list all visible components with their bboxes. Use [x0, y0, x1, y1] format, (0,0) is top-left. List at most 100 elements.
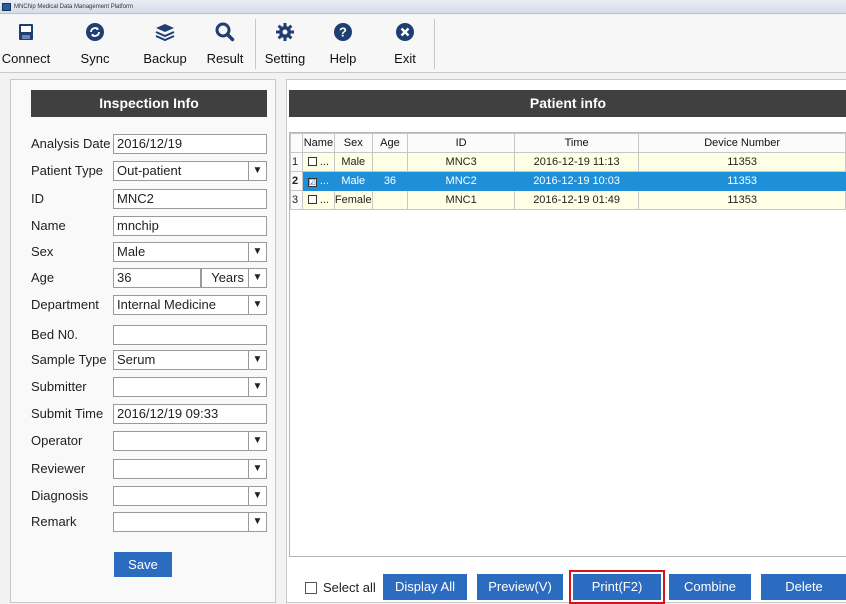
- row-checkbox[interactable]: [307, 157, 317, 166]
- table-header-row: Name Sex Age ID Time Device Number: [290, 133, 846, 153]
- patient-type-row: Patient Type Out-patient ▼: [31, 161, 277, 181]
- preview-button[interactable]: Preview(V): [477, 574, 563, 600]
- dropdown-arrow-icon[interactable]: ▼: [248, 487, 266, 505]
- age-cell: [371, 152, 409, 172]
- dropdown-arrow-icon[interactable]: ▼: [248, 460, 266, 478]
- display-all-button[interactable]: Display All: [383, 574, 467, 600]
- backup-button[interactable]: Backup: [138, 15, 192, 71]
- setting-button[interactable]: Setting: [258, 15, 312, 71]
- submit-time-label: Submit Time: [31, 406, 104, 421]
- table-row-selected[interactable]: 2 ☑ ... Male 36 MNC2 2016-12-19 10:03 11…: [290, 171, 846, 191]
- name-row: Name mnchip: [31, 216, 277, 236]
- diagnosis-select[interactable]: ▼: [113, 486, 267, 506]
- dropdown-arrow-icon[interactable]: ▼: [248, 269, 266, 287]
- row-checkbox[interactable]: [307, 195, 317, 204]
- result-button[interactable]: Result: [202, 15, 248, 71]
- delete-button[interactable]: Delete: [761, 574, 846, 600]
- device-cell: 11353: [638, 171, 846, 191]
- row-checkbox[interactable]: ☑: [307, 178, 317, 187]
- dropdown-arrow-icon[interactable]: ▼: [248, 296, 266, 314]
- age-cell: 36: [371, 171, 409, 191]
- sample-type-select[interactable]: Serum ▼: [113, 350, 267, 370]
- dropdown-arrow-icon[interactable]: ▼: [248, 351, 266, 369]
- layers-icon: [154, 21, 176, 43]
- age-field[interactable]: 36: [113, 268, 201, 288]
- dropdown-arrow-icon[interactable]: ▼: [248, 378, 266, 396]
- dropdown-arrow-icon[interactable]: ▼: [248, 513, 266, 531]
- window-titlebar: MNChip Medical Data Management Platform: [0, 0, 846, 14]
- age-unit-value: Years: [211, 270, 244, 285]
- column-header-id[interactable]: ID: [407, 133, 515, 153]
- select-all-label: Select all: [323, 580, 376, 595]
- close-icon: [394, 21, 416, 43]
- sync-button[interactable]: Sync: [74, 15, 116, 71]
- patient-type-label: Patient Type: [31, 163, 104, 178]
- print-highlight-frame: [569, 570, 665, 604]
- sample-type-row: Sample Type Serum ▼: [31, 350, 277, 370]
- sex-cell: Male: [333, 171, 373, 191]
- svg-text:?: ?: [339, 25, 347, 40]
- patient-info-panel: Patient info Name Sex Age ID Time Device…: [286, 79, 846, 604]
- dropdown-arrow-icon[interactable]: ▼: [248, 162, 266, 180]
- sex-cell: Female: [333, 190, 373, 210]
- remark-select[interactable]: ▼: [113, 512, 267, 532]
- help-button[interactable]: ? Help: [323, 15, 363, 71]
- table-row[interactable]: 1 ... Male MNC3 2016-12-19 11:13 11353: [290, 152, 846, 172]
- submitter-select[interactable]: ▼: [113, 377, 267, 397]
- save-disk-icon: [15, 21, 37, 43]
- department-label: Department: [31, 297, 99, 312]
- name-cell[interactable]: ...: [301, 152, 335, 172]
- combine-button[interactable]: Combine: [669, 574, 751, 600]
- sample-type-label: Sample Type: [31, 352, 107, 367]
- inspection-info-title: Inspection Info: [31, 90, 267, 117]
- help-icon: ?: [332, 21, 354, 43]
- submit-time-field[interactable]: 2016/12/19 09:33: [113, 404, 267, 424]
- column-header-name[interactable]: Name: [301, 133, 335, 153]
- submitter-row: Submitter ▼: [31, 377, 277, 397]
- time-cell: 2016-12-19 11:13: [513, 152, 640, 172]
- row-number-header: [290, 133, 303, 153]
- device-cell: 11353: [638, 190, 846, 210]
- table-row[interactable]: 3 ... Female MNC1 2016-12-19 01:49 11353: [290, 190, 846, 210]
- id-cell: MNC1: [407, 190, 515, 210]
- row-number: 3: [290, 190, 303, 210]
- dropdown-arrow-icon[interactable]: ▼: [248, 243, 266, 261]
- name-cell-text: ...: [319, 175, 330, 187]
- exit-button[interactable]: Exit: [388, 15, 422, 71]
- department-select[interactable]: Internal Medicine ▼: [113, 295, 267, 315]
- select-all-checkbox[interactable]: Select all: [305, 580, 376, 595]
- name-cell[interactable]: ...: [301, 190, 335, 210]
- remark-row: Remark ▼: [31, 512, 277, 532]
- id-field[interactable]: MNC2: [113, 189, 267, 209]
- age-unit-select[interactable]: Years ▼: [201, 268, 267, 288]
- patient-type-value: Out-patient: [117, 163, 182, 178]
- operator-label: Operator: [31, 433, 83, 448]
- analysis-date-field[interactable]: 2016/12/19: [113, 134, 267, 154]
- save-button[interactable]: Save: [114, 552, 172, 577]
- analysis-date-label: Analysis Date: [31, 136, 111, 151]
- dropdown-arrow-icon[interactable]: ▼: [248, 432, 266, 450]
- analysis-date-row: Analysis Date 2016/12/19: [31, 134, 277, 154]
- column-header-sex[interactable]: Sex: [333, 133, 373, 153]
- checkbox-icon[interactable]: [305, 582, 317, 594]
- submit-time-value: 2016/12/19 09:33: [117, 406, 219, 421]
- column-header-device-number[interactable]: Device Number: [638, 133, 846, 153]
- bed-no-field[interactable]: [113, 325, 267, 345]
- patient-info-title: Patient info: [289, 90, 846, 117]
- sex-select[interactable]: Male ▼: [113, 242, 267, 262]
- connect-button[interactable]: Connect: [0, 15, 52, 71]
- name-cell-text: ...: [319, 194, 330, 206]
- sync-label: Sync: [80, 51, 110, 66]
- operator-select[interactable]: ▼: [113, 431, 267, 451]
- search-icon: [214, 21, 236, 43]
- column-header-time[interactable]: Time: [513, 133, 640, 153]
- column-header-age[interactable]: Age: [371, 133, 409, 153]
- age-cell: [371, 190, 409, 210]
- name-value: mnchip: [117, 218, 159, 233]
- name-field[interactable]: mnchip: [113, 216, 267, 236]
- sample-type-value: Serum: [117, 352, 156, 367]
- reviewer-select[interactable]: ▼: [113, 459, 267, 479]
- patient-type-select[interactable]: Out-patient ▼: [113, 161, 267, 181]
- id-row: ID MNC2: [31, 189, 277, 209]
- name-cell[interactable]: ☑ ...: [301, 171, 335, 191]
